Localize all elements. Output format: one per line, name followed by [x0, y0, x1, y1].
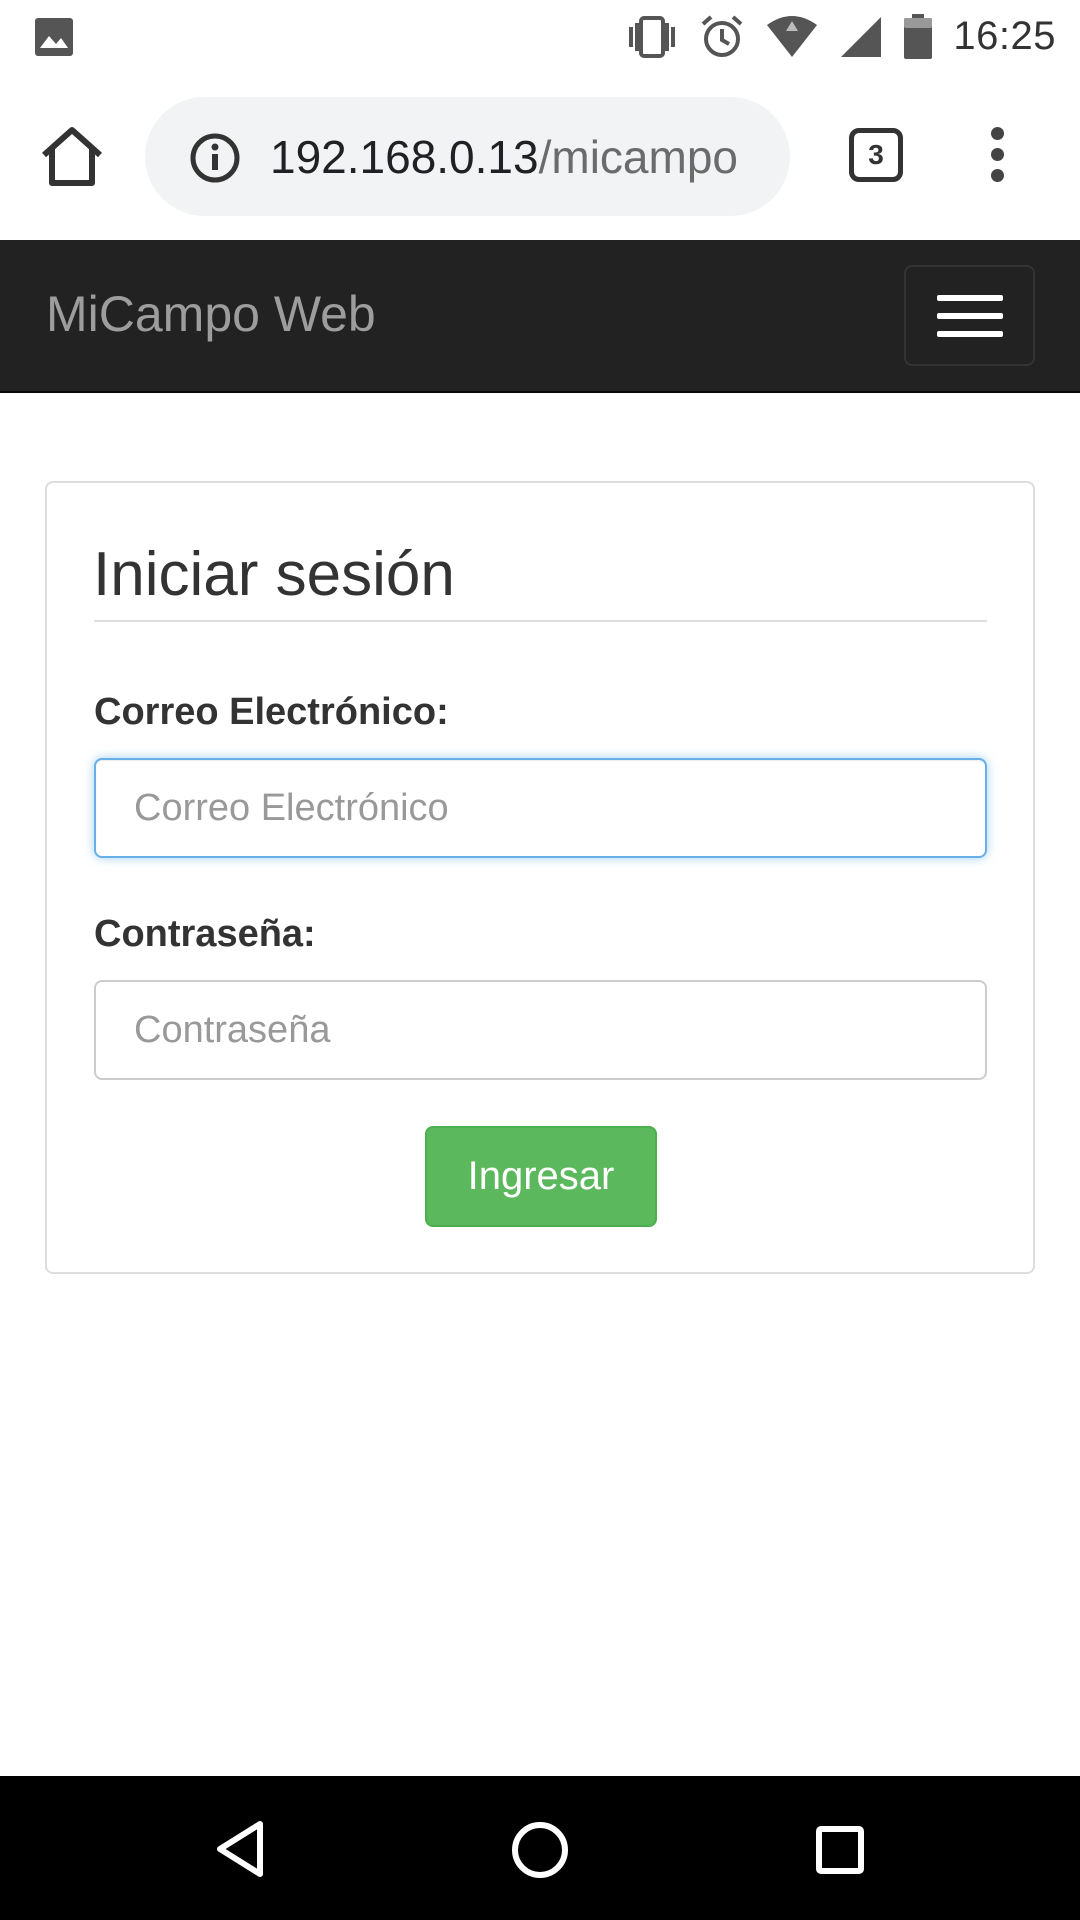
home-icon[interactable]	[36, 125, 108, 189]
email-label: Correo Electrónico:	[94, 691, 449, 733]
signal-icon	[839, 15, 883, 59]
password-field[interactable]	[94, 980, 987, 1080]
email-field[interactable]	[94, 758, 987, 858]
login-panel: Iniciar sesión Correo Electrónico: Contr…	[45, 481, 1035, 1274]
tab-count: 3	[868, 139, 884, 170]
recents-icon[interactable]	[815, 1825, 865, 1880]
image-icon	[34, 17, 74, 57]
wifi-icon	[765, 15, 819, 59]
status-time: 16:25	[953, 14, 1056, 58]
site-navbar: MiCampo Web	[0, 240, 1080, 393]
url-text[interactable]: 192.168.0.13/micampo	[270, 127, 770, 187]
page-title: Iniciar sesión	[93, 540, 455, 609]
password-label: Contraseña:	[94, 913, 316, 955]
title-divider	[94, 620, 987, 622]
more-vert-icon[interactable]	[982, 127, 1012, 187]
address-bar[interactable]: 192.168.0.13/micampo	[145, 97, 790, 216]
browser-toolbar: 192.168.0.13/micampo 3	[0, 73, 1080, 240]
vibrate-icon	[625, 15, 679, 59]
status-bar: 16:25	[0, 0, 1080, 73]
home-circle-icon[interactable]	[510, 1820, 570, 1885]
back-icon[interactable]	[214, 1820, 266, 1883]
android-nav-bar	[0, 1776, 1080, 1920]
info-icon[interactable]	[189, 132, 241, 184]
hamburger-icon[interactable]	[904, 265, 1035, 366]
battery-icon	[903, 13, 933, 60]
url-path: /micampo	[538, 131, 738, 183]
alarm-icon	[699, 14, 745, 60]
tabs-icon[interactable]: 3	[849, 128, 903, 182]
url-host: 192.168.0.13	[270, 131, 539, 183]
submit-button[interactable]: Ingresar	[425, 1126, 657, 1227]
navbar-brand[interactable]: MiCampo Web	[46, 284, 376, 344]
